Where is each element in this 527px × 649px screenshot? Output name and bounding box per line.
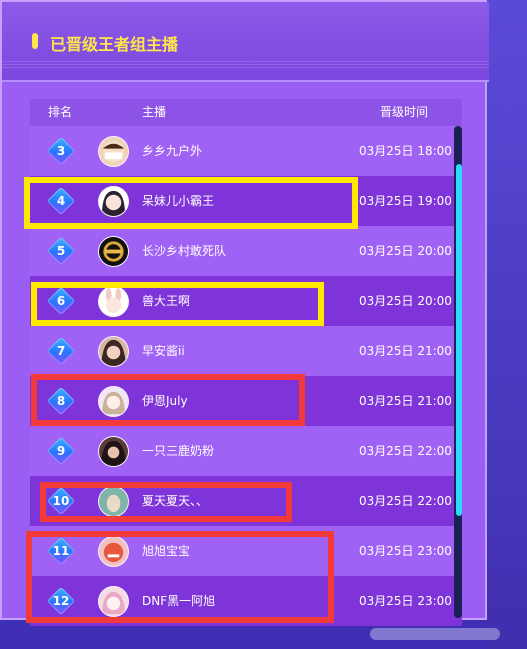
column-header-rank: 排名 xyxy=(48,105,73,119)
rank-badge: 7 xyxy=(46,336,76,366)
promotion-time: 03月25日 21:00 xyxy=(359,394,452,408)
rank-badge: 5 xyxy=(46,236,76,266)
promotion-time: 03月25日 21:00 xyxy=(359,344,452,358)
promotion-time: 03月25日 23:00 xyxy=(359,544,452,558)
column-header-time: 晋级时间 xyxy=(380,105,429,119)
emblem-avatar-icon[interactable] xyxy=(98,236,129,267)
list-item[interactable]: 3 乡乡九户外 03月25日 18:00 xyxy=(30,126,462,176)
watermark-logo xyxy=(370,625,500,643)
panel-title: 已晋级王者组主播 xyxy=(50,35,179,54)
promotion-time: 03月25日 20:00 xyxy=(359,244,452,258)
list-item[interactable]: 5 长沙乡村敢死队 03月25日 20:00 xyxy=(30,226,462,276)
rank-badge: 3 xyxy=(46,136,76,166)
list-item[interactable]: 7 早安酱ii 03月25日 21:00 xyxy=(30,326,462,376)
rank-badge: 9 xyxy=(46,436,76,466)
portrait-avatar-icon[interactable] xyxy=(98,436,129,467)
highlight-box-red xyxy=(40,482,292,522)
scrollbar-thumb[interactable] xyxy=(456,164,462,516)
promotion-time: 03月25日 18:00 xyxy=(359,144,452,158)
list-item[interactable]: 9 一只三鹿奶粉 03月25日 22:00 xyxy=(30,426,462,476)
highlight-box-yellow xyxy=(31,282,324,326)
host-name[interactable]: 早安酱ii xyxy=(142,326,185,376)
host-name[interactable]: 一只三鹿奶粉 xyxy=(142,426,214,476)
promotion-time: 03月25日 20:00 xyxy=(359,294,452,308)
host-name[interactable]: 长沙乡村敢死队 xyxy=(142,226,226,276)
column-header-host: 主播 xyxy=(142,105,167,119)
title-accent-pill xyxy=(32,33,38,49)
promotion-time: 03月25日 22:00 xyxy=(359,444,452,458)
promotion-time: 03月25日 23:00 xyxy=(359,594,452,608)
highlight-box-red xyxy=(26,531,334,623)
photo-avatar-icon[interactable] xyxy=(98,336,129,367)
highlight-box-red xyxy=(31,374,305,426)
promotion-time: 03月25日 22:00 xyxy=(359,494,452,508)
host-name[interactable]: 乡乡九户外 xyxy=(142,126,202,176)
highlight-box-yellow xyxy=(24,177,358,229)
promotion-time: 03月25日 19:00 xyxy=(359,194,452,208)
table-header: 排名 主播 晋级时间 xyxy=(30,99,462,126)
mask-avatar-icon[interactable] xyxy=(98,136,129,167)
right-side-strip xyxy=(487,0,527,649)
panel-header: 已晋级王者组主播 xyxy=(2,2,489,82)
